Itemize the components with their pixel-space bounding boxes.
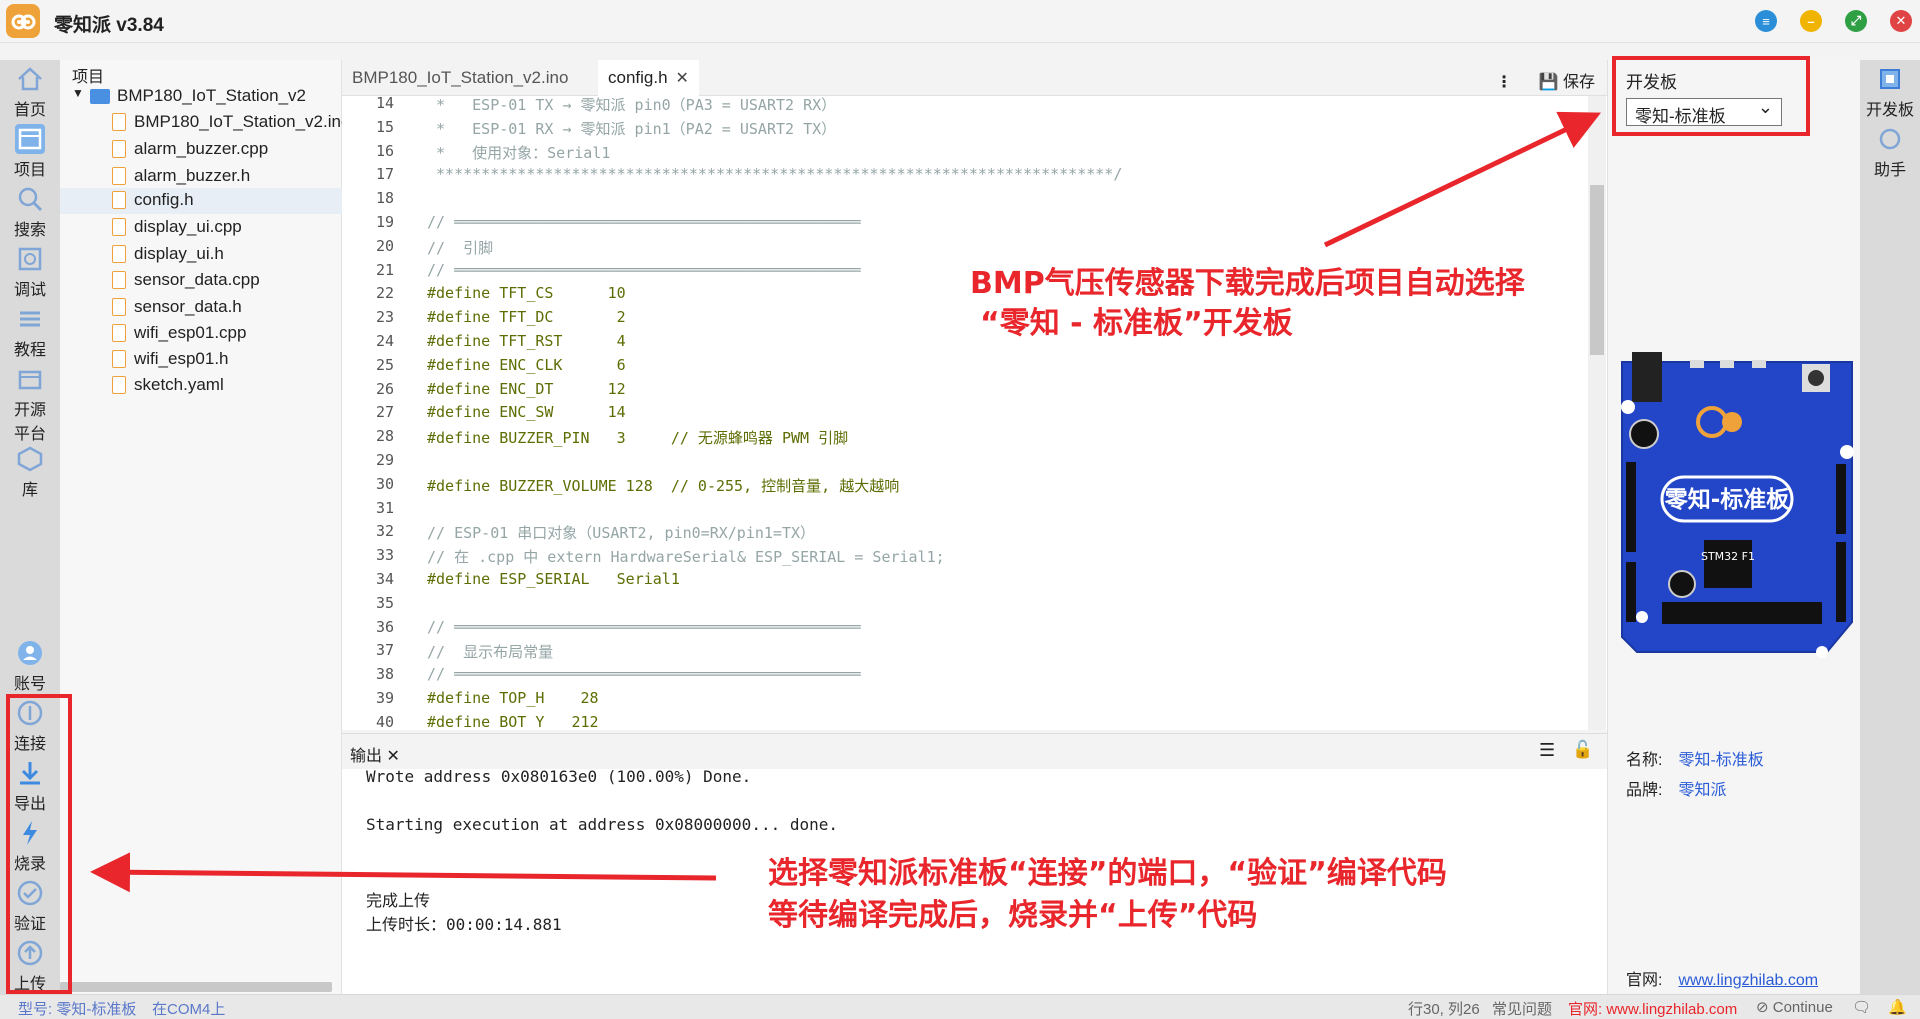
annotation-bottom-line1: 选择零知派标准板“连接”的端口，“验证”编译代码 xyxy=(768,856,1447,891)
arrow-to-actions xyxy=(90,852,717,893)
arrow-to-board xyxy=(1323,111,1602,248)
annotation-top-line2: “零知 - 标准板”开发板 xyxy=(980,306,1293,341)
annotation-top-line1: BMP气压传感器下载完成后项目自动选择 xyxy=(970,266,1525,301)
annotation-bottom-line2: 等待编译完成后，烧录并“上传”代码 xyxy=(768,898,1258,933)
